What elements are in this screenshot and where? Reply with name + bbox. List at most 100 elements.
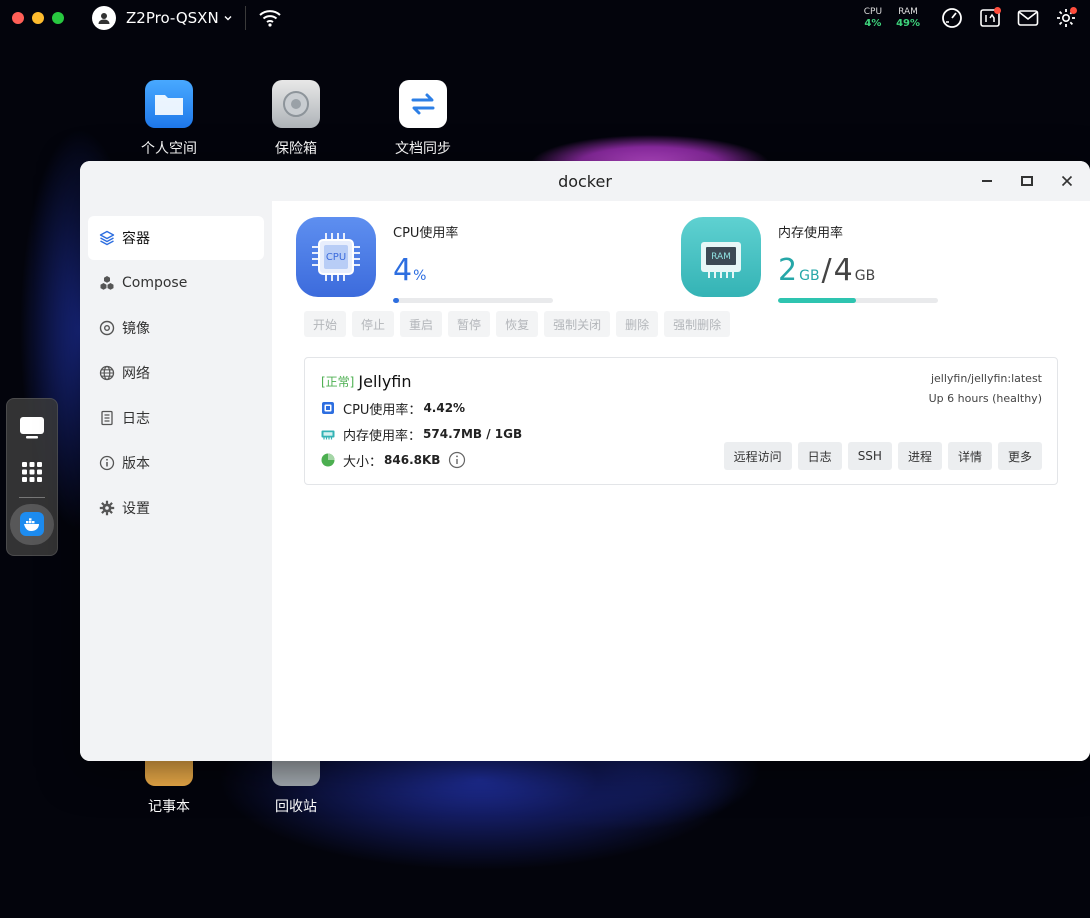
logs-button[interactable]: 日志 [797,442,842,470]
notification-dot [1070,7,1077,14]
container-mem-label: 内存使用率： [343,428,422,444]
pie-chart-icon [321,453,335,467]
container-card-buttons: 远程访问 日志 SSH 进程 详情 更多 [723,442,1042,470]
ram-stat-value: 49% [896,18,920,29]
sidebar-item-label: 日志 [122,411,150,427]
cpu-usage-label: CPU使用率 [393,226,459,241]
ram-usage-label: 内存使用率 [778,226,844,241]
sidebar-item-settings[interactable]: 设置 [88,486,264,530]
dock [6,398,58,556]
zoom-dot[interactable] [52,12,64,24]
desktop-icon-doc-sync[interactable]: 文档同步 [373,80,473,158]
resume-button[interactable]: 恢复 [496,311,539,337]
restart-button[interactable]: 重启 [400,311,443,337]
app-grid-icon[interactable] [14,455,50,489]
window-title: docker [558,171,612,191]
desktop-monitor-icon[interactable] [14,411,50,445]
globe-icon [98,364,116,382]
minimize-dot[interactable] [32,12,44,24]
wifi-icon[interactable] [258,8,282,28]
desktop-icon-label: 记事本 [148,799,190,815]
cpu-usage-bar [393,298,553,303]
info-icon[interactable] [448,451,466,469]
user-avatar-icon[interactable] [92,6,116,30]
sidebar-item-network[interactable]: 网络 [88,351,264,395]
window-buttons [976,161,1078,201]
sidebar: 容器 Compose 镜像 网络 日志 版本 设置 [80,201,272,761]
gear-icon [98,499,116,517]
cpu-usage-info: CPU使用率 4 % [393,217,553,303]
cpu-usage-unit: % [413,268,427,284]
desktop-icon-safe[interactable]: 保险箱 [246,80,346,158]
ram-total-number: 4 [833,253,853,288]
folder-icon [145,80,193,128]
ram-usage-info: 内存使用率 2 GB / 4 GB [778,217,938,303]
force-delete-button[interactable]: 强制删除 [664,311,731,337]
cpu-chip-text: CPU [326,252,346,263]
container-size-value: 846.8KB [384,453,441,467]
delete-button[interactable]: 删除 [616,311,659,337]
ssh-button[interactable]: SSH [847,442,892,470]
minimize-icon[interactable] [976,170,998,192]
remote-access-button[interactable]: 远程访问 [723,442,792,470]
sidebar-item-logs[interactable]: 日志 [88,396,264,440]
disc-icon [98,319,116,337]
cpu-stat-label: CPU [863,7,883,17]
ram-stat-label: RAM [898,7,918,17]
start-button[interactable]: 开始 [304,311,347,337]
container-cpu-label: CPU使用率： [343,402,422,418]
cpu-small-icon [321,401,335,415]
pause-button[interactable]: 暂停 [448,311,491,337]
desktop-icon-personal-space[interactable]: 个人空间 [119,80,219,158]
info-icon [98,454,116,472]
ram-usage-bar-fill [778,298,857,303]
sidebar-item-images[interactable]: 镜像 [88,306,264,350]
gear-icon[interactable] [1054,6,1078,30]
container-cpu-value: 4.42% [423,401,466,415]
processes-button[interactable]: 进程 [897,442,942,470]
gauge-icon[interactable] [940,6,964,30]
close-icon[interactable] [1056,170,1078,192]
notification-dot [994,7,1001,14]
stop-button[interactable]: 停止 [352,311,395,337]
cpu-stat-value: 4% [864,18,882,29]
window-titlebar[interactable]: docker [80,161,1090,201]
force-stop-button[interactable]: 强制关闭 [544,311,611,337]
container-actions: 开始 停止 重启 暂停 恢复 强制关闭 删除 强制删除 [304,311,731,337]
more-button[interactable]: 更多 [997,442,1042,470]
cpu-chip-icon: CPU [296,217,376,297]
ram-used-unit: GB [799,268,820,284]
mail-icon[interactable] [1016,6,1040,30]
maximize-icon[interactable] [1016,170,1038,192]
device-name-label: Z2Pro-QSXN [126,9,219,27]
task-monitor-icon[interactable] [978,6,1002,30]
ram-separator: / [821,253,832,288]
close-dot[interactable] [12,12,24,24]
main-content: CPU CPU使用率 4 % RAM 内存使用率 2 GB / 4 GB 开始 … [272,201,1090,761]
docker-app-icon[interactable] [10,503,54,545]
container-size-label: 大小： [343,454,383,470]
ram-small-icon [321,427,335,441]
container-card[interactable]: [正常] Jellyfin jellyfin/jellyfin:latest U… [304,357,1058,485]
cpu-usage-number: 4 [393,253,413,288]
details-button[interactable]: 详情 [947,442,992,470]
menubar: Z2Pro-QSXN CPU 4% RAM 49% [0,0,1090,36]
sidebar-item-containers[interactable]: 容器 [88,216,264,260]
cpu-usage-value: 4 % [393,253,553,288]
sidebar-item-label: 网络 [122,366,150,382]
sidebar-item-label: Compose [122,275,188,291]
desktop-icon-label: 回收站 [275,799,317,815]
sync-icon [399,80,447,128]
ram-total-unit: GB [854,268,876,284]
window-controls [12,12,64,24]
ram-used-number: 2 [778,253,798,288]
document-icon [98,409,116,427]
ram-chip-icon: RAM [681,217,761,297]
ram-usage-panel: RAM 内存使用率 2 GB / 4 GB [681,217,938,303]
sidebar-item-version[interactable]: 版本 [88,441,264,485]
sidebar-item-compose[interactable]: Compose [88,261,264,305]
container-uptime: Up 6 hours (healthy) [928,392,1042,405]
device-name-menu[interactable]: Z2Pro-QSXN [126,9,233,27]
sidebar-item-label: 设置 [122,501,150,517]
desktop-icon-label: 文档同步 [395,141,451,157]
